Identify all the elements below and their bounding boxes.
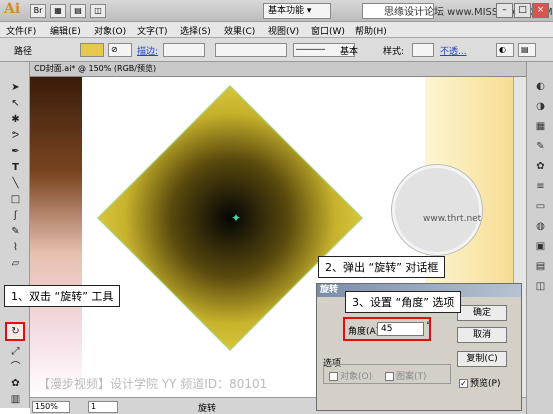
style-label: 样式: — [383, 47, 405, 57]
menu-object[interactable]: 对象(O) — [94, 24, 126, 37]
objects-checkbox[interactable]: 对象(O) — [329, 369, 372, 382]
direct-selection-tool-icon[interactable]: ↖ — [7, 96, 24, 111]
appearance-panel-icon[interactable]: ▣ — [534, 240, 547, 253]
lasso-tool-icon[interactable]: ᕗ — [7, 128, 24, 143]
align-icon[interactable]: ▤ — [518, 43, 536, 57]
menu-help[interactable]: 帮助(H) — [355, 24, 387, 37]
pencil-tool-icon[interactable]: ✎ — [7, 224, 24, 239]
cancel-button[interactable]: 取消 — [457, 327, 507, 343]
maximize-button[interactable]: □ — [514, 3, 531, 18]
brushes-panel-icon[interactable]: ✎ — [534, 140, 547, 153]
gradient-panel-icon[interactable]: ▭ — [534, 200, 547, 213]
style-swatch[interactable] — [412, 43, 434, 57]
callout-step-2: 2、弹出 “旋转” 对话框 — [318, 256, 446, 278]
preview-checkbox-box: ✓ — [459, 379, 468, 388]
objects-checkbox-label: 对象(O) — [340, 372, 373, 382]
magic-wand-tool-icon[interactable]: ✱ — [7, 112, 24, 127]
opacity-link[interactable]: 不透... — [440, 44, 467, 57]
left-cover-artwork — [30, 77, 82, 397]
tools-panel: ➤ ↖ ✱ ᕗ ✒ T ╲ □ ʃ ✎ ⌇ ▱ ↻ ⤢ ⌒ ✿ ▥ — [0, 62, 30, 408]
page-field[interactable]: 1 — [88, 401, 118, 413]
workspace-switcher[interactable]: 基本功能 ▾ — [263, 3, 331, 19]
stock-icon[interactable]: ▦ — [50, 4, 66, 18]
stroke-weight-field[interactable] — [163, 43, 205, 57]
graph-tool-icon[interactable]: ▥ — [7, 392, 24, 407]
symbol-sprayer-tool-icon[interactable]: ✿ — [7, 376, 24, 391]
line-tool-icon[interactable]: ╲ — [7, 176, 24, 191]
color-guide-icon[interactable]: ◑ — [534, 100, 547, 113]
callout-step-1: 1、双击 “旋转” 工具 — [4, 285, 121, 307]
cd-disc-shape — [392, 165, 482, 255]
paintbrush-tool-icon[interactable]: ʃ — [7, 208, 24, 223]
pen-tool-icon[interactable]: ✒ — [7, 144, 24, 159]
type-tool-icon[interactable]: T — [7, 160, 24, 175]
variable-width-select[interactable] — [215, 43, 287, 57]
patterns-checkbox-label: 图案(T) — [396, 372, 427, 382]
layers-panel-icon[interactable]: ◫ — [534, 280, 547, 293]
stroke-swatch[interactable]: ⊘ — [108, 43, 132, 57]
menu-view[interactable]: 视图(V) — [268, 24, 299, 37]
angle-highlight — [343, 317, 431, 341]
app-logo: Ai — [4, 1, 21, 17]
close-button[interactable]: × — [532, 3, 549, 18]
callout-step-3: 3、设置 “角度” 选项 — [345, 291, 462, 313]
menu-edit[interactable]: 编辑(E) — [50, 24, 81, 37]
ok-button[interactable]: 确定 — [457, 305, 507, 321]
zoom-field[interactable]: 150% — [32, 401, 70, 413]
layout-icon[interactable]: ◫ — [90, 4, 106, 18]
stroke-link[interactable]: 描边: — [137, 44, 158, 57]
preview-checkbox[interactable]: ✓ 预览(P) — [459, 376, 500, 389]
fill-swatch[interactable] — [80, 43, 104, 57]
graphic-styles-panel-icon[interactable]: ▤ — [534, 260, 547, 273]
menu-window[interactable]: 窗口(W) — [311, 24, 345, 37]
scale-tool-icon[interactable]: ⤢ — [7, 344, 24, 359]
canvas-watermark: 【漫步视频】设计学院 YY 频道ID：80101 — [38, 377, 268, 391]
copy-button[interactable]: 复制(C) — [457, 351, 507, 367]
menu-file[interactable]: 文件(F) — [6, 24, 36, 37]
transparency-panel-icon[interactable]: ◍ — [534, 220, 547, 233]
center-point-icon: ✦ — [231, 211, 242, 225]
patterns-checkbox[interactable]: 图案(T) — [385, 369, 427, 382]
stroke-panel-icon[interactable]: ≡ — [534, 180, 547, 193]
symbols-panel-icon[interactable]: ✿ — [534, 160, 547, 173]
warp-tool-icon[interactable]: ⌒ — [7, 360, 24, 375]
swatches-panel-icon[interactable]: ▦ — [534, 120, 547, 133]
minimize-button[interactable]: – — [496, 3, 513, 18]
color-panel-icon[interactable]: ◐ — [534, 80, 547, 93]
selection-tool-icon[interactable]: ➤ — [7, 80, 24, 95]
title-bar: Ai Br ▦ ▤ ◫ 基本功能 ▾ 思缘设计论坛 www.MISSYUAN.C… — [0, 0, 553, 22]
brush-basic-label: 基本 — [340, 47, 359, 57]
preview-checkbox-label: 预览(P) — [470, 379, 501, 389]
bridge-icon[interactable]: Br — [30, 4, 46, 18]
rectangle-tool-icon[interactable]: □ — [7, 192, 24, 207]
eraser-tool-icon[interactable]: ▱ — [7, 256, 24, 271]
menu-bar: 文件(F) 编辑(E) 对象(O) 文字(T) 选择(S) 效果(C) 视图(V… — [0, 22, 553, 38]
patterns-checkbox-box — [385, 372, 394, 381]
arrange-icon[interactable]: ▤ — [70, 4, 86, 18]
objects-checkbox-box — [329, 372, 338, 381]
current-tool-label: 旋转 — [198, 404, 217, 414]
selection-type-label: 路径 — [14, 47, 33, 57]
right-panel-dock: ◐ ◑ ▦ ✎ ✿ ≡ ▭ ◍ ▣ ▤ ◫ — [526, 62, 553, 414]
control-bar: 路径 ⊘ 描边: ────── 基本 样式: 不透... ◐ ▤ — [0, 38, 553, 62]
rotate-tool-icon[interactable]: ↻ — [7, 324, 24, 339]
menu-type[interactable]: 文字(T) — [137, 24, 168, 37]
blob-brush-tool-icon[interactable]: ⌇ — [7, 240, 24, 255]
menu-select[interactable]: 选择(S) — [180, 24, 211, 37]
artwork-url-text: www.thrt.net — [423, 214, 482, 224]
menu-effect[interactable]: 效果(C) — [224, 24, 255, 37]
recolor-icon[interactable]: ◐ — [496, 43, 514, 57]
document-tab[interactable]: CD封面.ai* @ 150% (RGB/预览) — [30, 62, 526, 77]
